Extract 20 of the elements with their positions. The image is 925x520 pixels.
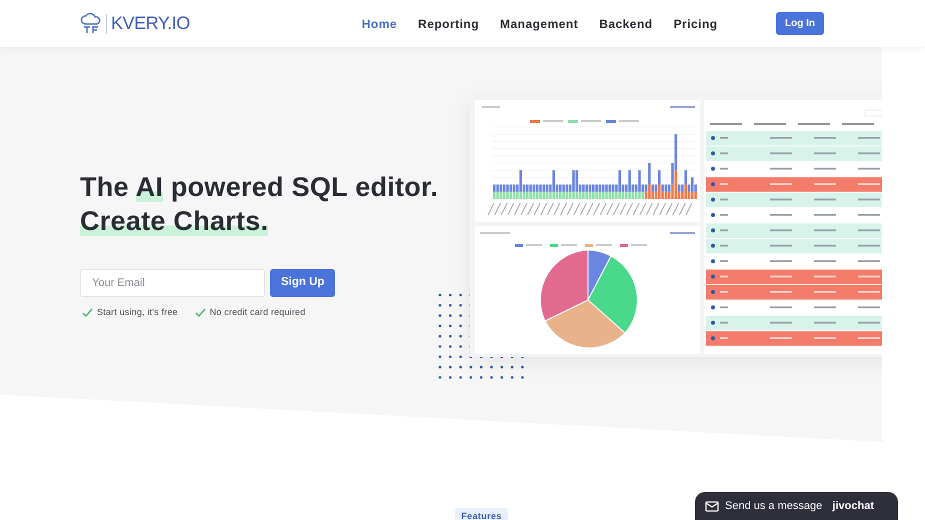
nav-link[interactable]: Backend — [599, 14, 653, 32]
perk-text: Start using, it's free — [97, 306, 178, 319]
cloud-logo-icon — [80, 12, 102, 34]
section-badge: Features — [455, 508, 508, 520]
email-field[interactable]: Your Email — [80, 269, 265, 297]
signup-button[interactable]: Sign Up — [270, 269, 336, 297]
envelope-icon — [705, 500, 719, 512]
nav-link[interactable]: Pricing — [674, 14, 718, 32]
headline: The AI powered SQL editor. Create Charts. — [80, 171, 440, 238]
chat-brand: jivochat — [832, 498, 874, 514]
chat-message: Send us a message — [725, 498, 822, 514]
checkmark-icon — [194, 308, 206, 318]
logo-text: KVERY.IO — [111, 12, 190, 35]
chat-widget[interactable]: Send us a message jivochat — [695, 492, 898, 520]
nav-link[interactable]: Reporting — [418, 14, 480, 32]
checkmark-icon — [82, 308, 93, 318]
nav-link[interactable]: Management — [500, 14, 578, 32]
nav-link[interactable]: Home — [362, 14, 398, 32]
login-button[interactable]: Log In — [776, 12, 824, 35]
perk-text: No credit card required — [210, 306, 306, 319]
